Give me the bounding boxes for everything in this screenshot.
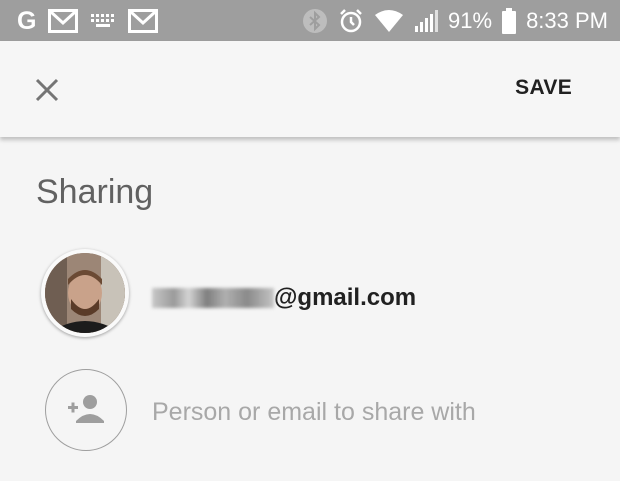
status-bar-system: 91% 8:33 PM [302,6,608,36]
add-person-button[interactable] [45,369,127,451]
bluetooth-icon [303,9,328,33]
user-photo [45,253,125,333]
keyboard-icon [91,14,115,27]
save-button[interactable]: SAVE [515,76,572,100]
email-domain: @gmail.com [274,284,417,311]
gmail-icon [48,9,79,33]
top-app-bar: SAVE [0,41,620,137]
close-icon[interactable] [30,73,64,107]
user-photo-illustration [45,253,125,333]
battery-percent: 91% [448,8,493,33]
add-person-icon [68,395,104,423]
status-bar-notifications: G [17,7,159,35]
status-bar: G 91% 8:33 PM [0,0,620,41]
redacted-email-username [152,288,274,308]
google-g-icon: G [17,7,37,35]
battery-icon [502,8,517,34]
share-person-input[interactable] [152,395,592,429]
gmail-icon [128,9,159,33]
wifi-icon [375,10,404,32]
shared-user-email: @gmail.com [152,283,416,313]
avatar [41,249,129,337]
clock: 8:33 PM [526,8,608,33]
signal-icon [415,10,439,32]
sharing-panel: Sharing @gmail.com [0,137,620,481]
alarm-icon [340,9,362,33]
sharing-title: Sharing [36,173,154,211]
